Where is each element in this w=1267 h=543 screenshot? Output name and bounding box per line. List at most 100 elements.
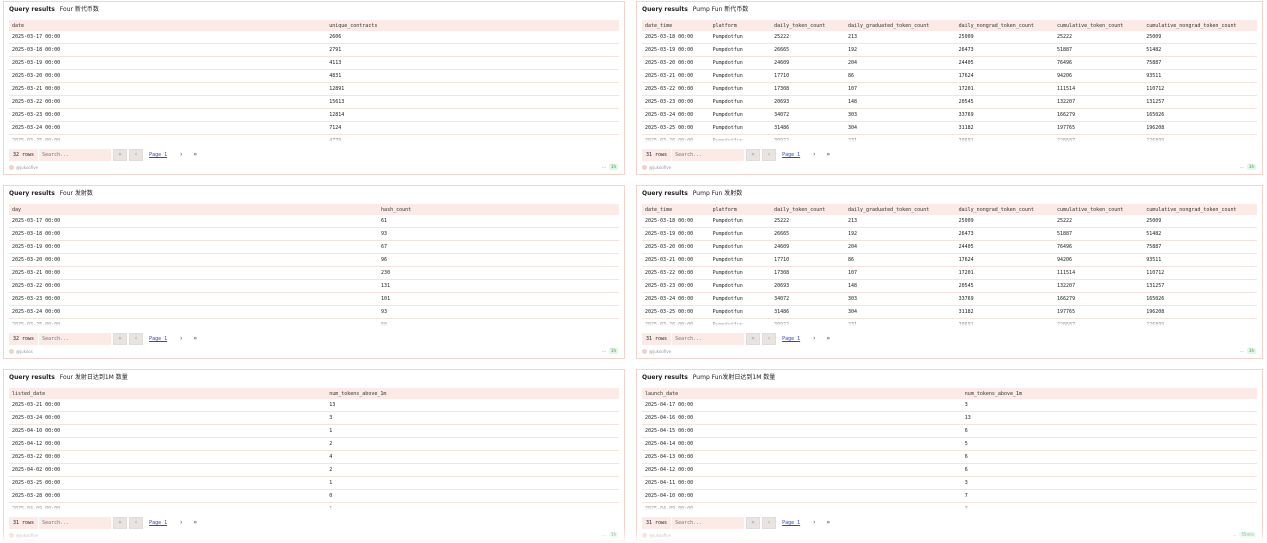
table-cell: 2025-03-21 00:00 — [9, 266, 379, 280]
table-cell: 230 — [378, 266, 619, 280]
next-page-button[interactable]: › — [808, 333, 820, 345]
table-row: 2025-03-25 00:00 1 — [9, 476, 619, 490]
prev-page-button[interactable]: ‹ — [762, 517, 777, 529]
panel-title: Query results Four 新代币数 — [4, 2, 624, 18]
author-credit[interactable]: @jukoofive — [642, 349, 671, 354]
results-table-wrap[interactable]: date_time platform daily_token_count daily_… — [642, 204, 1257, 326]
last-page-button[interactable]: » — [189, 333, 201, 345]
first-page-button[interactable]: « — [113, 149, 128, 161]
column-header[interactable]: platform — [710, 204, 772, 215]
column-header[interactable]: daily_token_count — [771, 20, 845, 31]
search-input[interactable] — [39, 149, 112, 161]
first-page-button[interactable]: « — [746, 517, 761, 529]
results-table-wrap[interactable]: listed_date num_tokens_above_1m 2025-03-21… — [9, 388, 619, 510]
search-input[interactable] — [39, 517, 112, 529]
first-page-button[interactable]: « — [746, 333, 761, 345]
column-header[interactable]: num_tokens_above_1m — [326, 388, 619, 399]
more-options-icon[interactable]: ··· — [1240, 349, 1244, 354]
author-credit[interactable]: @jukoofive — [9, 533, 38, 538]
column-header[interactable]: date_time — [642, 204, 710, 215]
column-header[interactable]: day — [9, 204, 378, 215]
page-indicator[interactable]: Page 1 — [149, 520, 167, 526]
table-row: 2025-03-20 00:00 96 — [9, 253, 619, 268]
more-options-icon[interactable]: ··· — [602, 533, 606, 538]
table-row: 2025-04-17 00:00 3 — [642, 399, 1257, 413]
page-indicator[interactable]: Page 1 — [782, 336, 800, 342]
column-header[interactable]: num_tokens_above_1m — [962, 388, 1257, 399]
column-header[interactable]: cumulative_nongrad_token_count — [1143, 204, 1257, 215]
column-header[interactable]: daily_graduated_token_count — [845, 20, 956, 31]
more-options-icon[interactable]: ··· — [602, 349, 606, 354]
next-page-button[interactable]: › — [175, 149, 187, 161]
panel-title: Query results Pump Fun 新代币数 — [637, 2, 1262, 18]
results-table-wrap[interactable]: date_time platform daily_token_count daily_… — [642, 20, 1257, 142]
column-header[interactable]: cumulative_nongrad_token_count — [1143, 20, 1257, 31]
last-page-button[interactable]: » — [189, 149, 201, 161]
next-page-button[interactable]: › — [808, 149, 820, 161]
page-indicator[interactable]: Page 1 — [782, 152, 800, 158]
column-header[interactable]: launch_date — [642, 388, 962, 399]
results-table-wrap[interactable]: day hash_count 2025-03-17 00:00 61 2025-03-1… — [9, 204, 619, 326]
table-cell: 4831 — [326, 69, 619, 84]
table-row: 2025-04-02 00:00 2 — [9, 463, 619, 477]
table-cell: 2025-03-24 00:00 — [642, 292, 710, 306]
next-page-button[interactable]: › — [808, 517, 820, 529]
table-cell: 110712 — [1143, 266, 1257, 280]
last-page-button[interactable]: » — [822, 333, 834, 345]
prev-page-button[interactable]: ‹ — [129, 333, 144, 345]
table-fade — [9, 320, 619, 326]
table-cell: 86 — [844, 253, 956, 268]
more-options-icon[interactable]: ··· — [602, 165, 606, 170]
first-page-button[interactable]: « — [746, 149, 761, 161]
column-header[interactable]: hash_count — [378, 204, 619, 215]
first-page-button[interactable]: « — [113, 517, 128, 529]
column-header[interactable]: date_time — [642, 20, 710, 31]
column-header[interactable]: platform — [710, 20, 772, 31]
results-table-wrap[interactable]: launch_date num_tokens_above_1m 2025-04-17… — [642, 388, 1257, 510]
search-input[interactable] — [672, 517, 745, 529]
author-credit[interactable]: @jukoos — [9, 349, 33, 354]
prev-page-button[interactable]: ‹ — [762, 333, 777, 345]
next-page-button[interactable]: › — [175, 517, 187, 529]
column-header[interactable]: daily_nongrad_token_count — [956, 20, 1054, 31]
last-page-button[interactable]: » — [822, 149, 834, 161]
more-options-icon[interactable]: ··· — [1240, 165, 1244, 170]
author-credit[interactable]: @jukoofive — [642, 533, 671, 538]
page-indicator[interactable]: Page 1 — [782, 520, 800, 526]
page-indicator[interactable]: Page 1 — [149, 336, 167, 342]
column-header[interactable]: cumulative_token_count — [1054, 20, 1143, 31]
author-credit[interactable]: @jukoofive — [9, 165, 38, 170]
table-row: 2025-03-18 00:00 Pumpdotfun 25222 213 25009 2… — [642, 31, 1257, 45]
prev-page-button[interactable]: ‹ — [129, 517, 144, 529]
avatar — [642, 533, 647, 538]
table-cell: 2025-03-21 00:00 — [9, 82, 327, 96]
column-header[interactable]: daily_nongrad_token_count — [956, 204, 1054, 215]
search-input[interactable] — [39, 333, 112, 345]
prev-page-button[interactable]: ‹ — [129, 149, 144, 161]
more-options-icon[interactable]: ··· — [1233, 533, 1237, 538]
prev-page-button[interactable]: ‹ — [762, 149, 777, 161]
column-header[interactable]: cumulative_token_count — [1054, 204, 1143, 215]
search-input[interactable] — [672, 333, 745, 345]
last-page-button[interactable]: » — [189, 517, 201, 529]
table-cell: 2025-03-19 00:00 — [642, 43, 710, 58]
next-page-button[interactable]: › — [175, 333, 187, 345]
column-header[interactable]: daily_graduated_token_count — [845, 204, 956, 215]
page-indicator[interactable]: Page 1 — [149, 152, 167, 158]
search-input[interactable] — [672, 149, 745, 161]
first-page-button[interactable]: « — [113, 333, 128, 345]
table-header-row: date unique_contracts — [9, 20, 619, 31]
author-credit[interactable]: @jukoofive — [642, 165, 671, 170]
table-cell: 2025-03-22 00:00 — [642, 82, 710, 96]
table-cell: 25009 — [1143, 31, 1257, 45]
column-header[interactable]: listed_date — [9, 388, 326, 399]
results-table-wrap[interactable]: date unique_contracts 2025-03-17 00:00 2606… — [9, 20, 619, 142]
table-cell: 111514 — [1054, 82, 1144, 96]
table-cell: 2791 — [326, 43, 619, 58]
table-cell: 20545 — [955, 279, 1055, 293]
last-page-button[interactable]: » — [822, 517, 834, 529]
column-header[interactable]: unique_contracts — [326, 20, 619, 31]
column-header[interactable]: daily_token_count — [771, 204, 845, 215]
column-header[interactable]: date — [9, 20, 326, 31]
table-cell: 2025-04-12 00:00 — [9, 437, 327, 452]
